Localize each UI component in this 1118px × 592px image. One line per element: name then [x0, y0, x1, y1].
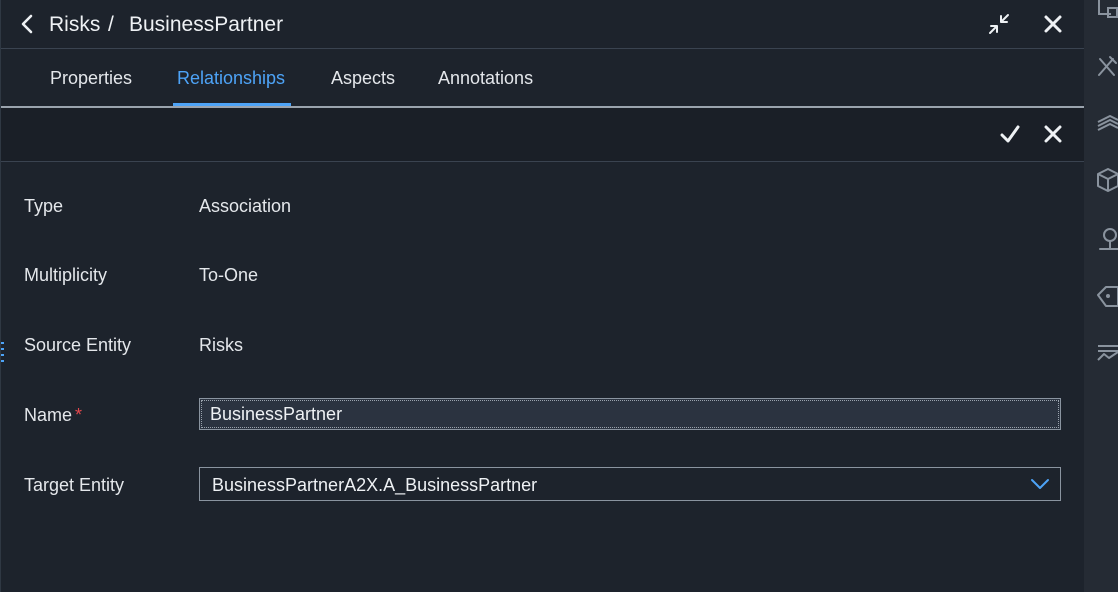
tab-properties[interactable]: Properties [50, 49, 132, 106]
gem-icon[interactable] [1096, 284, 1118, 310]
chevron-down-icon [1031, 479, 1049, 489]
close-panel-button[interactable] [1039, 10, 1067, 38]
breadcrumb-current: BusinessPartner [129, 13, 284, 36]
source-entity-label: Source Entity [24, 335, 132, 355]
type-label: Type [24, 196, 64, 216]
tools-icon[interactable] [1096, 53, 1118, 79]
required-asterisk: * [75, 405, 83, 425]
collapse-arrows-icon [989, 14, 1009, 34]
breadcrumb-parent[interactable]: Risks [49, 13, 100, 37]
relationship-editor-panel: Risks / BusinessPartner Properties Relat… [0, 0, 1085, 592]
chart-icon[interactable] [1096, 340, 1118, 366]
back-button[interactable] [17, 12, 39, 36]
name-label-text: Name [24, 405, 73, 425]
close-icon [1044, 125, 1062, 143]
right-activity-bar [1084, 0, 1118, 592]
breadcrumb-separator: / [108, 13, 114, 36]
tab-bar: Properties Relationships Aspects Annotat… [1, 49, 1085, 108]
name-input[interactable] [199, 398, 1061, 430]
chevron-left-icon [21, 14, 33, 34]
target-entity-select[interactable]: BusinessPartnerA2X.A_BusinessPartner [199, 467, 1061, 501]
target-entity-label: Target Entity [24, 475, 125, 495]
target-entity-value: BusinessPartnerA2X.A_BusinessPartner [212, 475, 538, 495]
collapse-button[interactable] [985, 10, 1013, 38]
edit-toolbar [1, 108, 1085, 162]
source-entity-value: Risks [199, 335, 243, 355]
tab-annotations[interactable]: Annotations [438, 49, 533, 106]
window-icon[interactable] [1096, 0, 1118, 26]
map-pin-icon[interactable] [1096, 226, 1118, 252]
multiplicity-value: To-One [199, 265, 259, 285]
active-tab-indicator [173, 103, 291, 106]
tab-relationships[interactable]: Relationships [177, 49, 285, 106]
confirm-button[interactable] [998, 122, 1022, 146]
panel-header: Risks / BusinessPartner [1, 0, 1085, 49]
tab-aspects[interactable]: Aspects [331, 49, 395, 106]
checkmark-icon [1000, 125, 1020, 143]
close-icon [1044, 15, 1062, 33]
package-icon[interactable] [1096, 166, 1118, 192]
name-label: Name * [24, 405, 82, 426]
type-value: Association [199, 196, 292, 216]
cancel-button[interactable] [1041, 122, 1065, 146]
resize-handle-icon[interactable] [1, 340, 4, 364]
layers-icon[interactable] [1096, 112, 1118, 138]
multiplicity-label: Multiplicity [24, 265, 108, 285]
